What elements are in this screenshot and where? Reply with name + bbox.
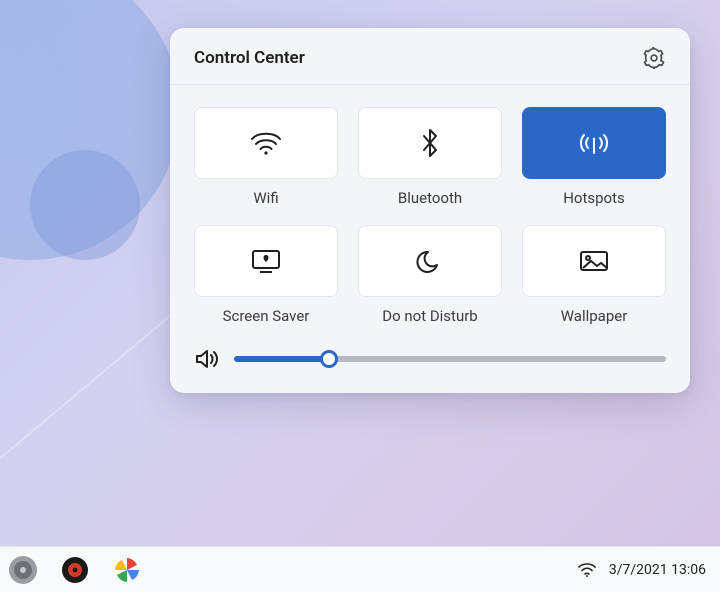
image-icon <box>577 248 611 274</box>
volume-row <box>170 335 690 371</box>
wallpaper-tile[interactable] <box>522 225 666 297</box>
control-center-title: Control Center <box>194 48 305 68</box>
tile-wrap-dnd: Do not Disturb <box>358 225 502 325</box>
pinwheel-icon <box>112 555 142 585</box>
tray-wifi-icon[interactable] <box>577 562 597 578</box>
moon-icon <box>416 247 444 275</box>
disc-gear-icon <box>8 555 38 585</box>
tile-wrap-wallpaper: Wallpaper <box>522 225 666 325</box>
tile-label: Wallpaper <box>561 307 628 325</box>
tile-label: Do not Disturb <box>382 307 478 325</box>
dnd-tile[interactable] <box>358 225 502 297</box>
tile-wrap-screensaver: Screen Saver <box>194 225 338 325</box>
taskbar-app-media[interactable] <box>58 553 92 587</box>
control-center-panel: Control Center Wifi <box>170 28 690 393</box>
desktop: Control Center Wifi <box>0 0 720 592</box>
hotspots-tile[interactable] <box>522 107 666 179</box>
tile-label: Hotspots <box>563 189 625 207</box>
taskbar-app-settings[interactable] <box>6 553 40 587</box>
taskbar-app-photos[interactable] <box>110 553 144 587</box>
gear-icon <box>643 47 665 69</box>
bluetooth-tile[interactable] <box>358 107 502 179</box>
control-center-grid: Wifi Bluetooth <box>170 85 690 335</box>
tile-label: Wifi <box>253 189 278 207</box>
screensaver-tile[interactable] <box>194 225 338 297</box>
volume-fill <box>234 356 329 362</box>
volume-icon <box>194 347 220 371</box>
volume-thumb[interactable] <box>320 350 338 368</box>
wallpaper-shape <box>30 150 140 260</box>
tile-wrap-wifi: Wifi <box>194 107 338 207</box>
settings-button[interactable] <box>642 46 666 70</box>
taskbar-left <box>6 553 144 587</box>
bluetooth-icon <box>420 128 440 158</box>
tile-wrap-hotspots: Hotspots <box>522 107 666 207</box>
hotspot-icon <box>576 129 612 157</box>
tray-clock[interactable]: 3/7/2021 13:06 <box>609 562 706 578</box>
tile-label: Screen Saver <box>223 307 310 325</box>
record-icon <box>60 555 90 585</box>
tile-label: Bluetooth <box>398 189 462 207</box>
wifi-icon <box>249 130 283 156</box>
tile-wrap-bluetooth: Bluetooth <box>358 107 502 207</box>
volume-slider[interactable] <box>234 356 666 362</box>
taskbar: 3/7/2021 13:06 <box>0 546 720 592</box>
control-center-header: Control Center <box>170 28 690 85</box>
wifi-tile[interactable] <box>194 107 338 179</box>
taskbar-right: 3/7/2021 13:06 <box>577 562 706 578</box>
screensaver-icon <box>248 247 284 275</box>
